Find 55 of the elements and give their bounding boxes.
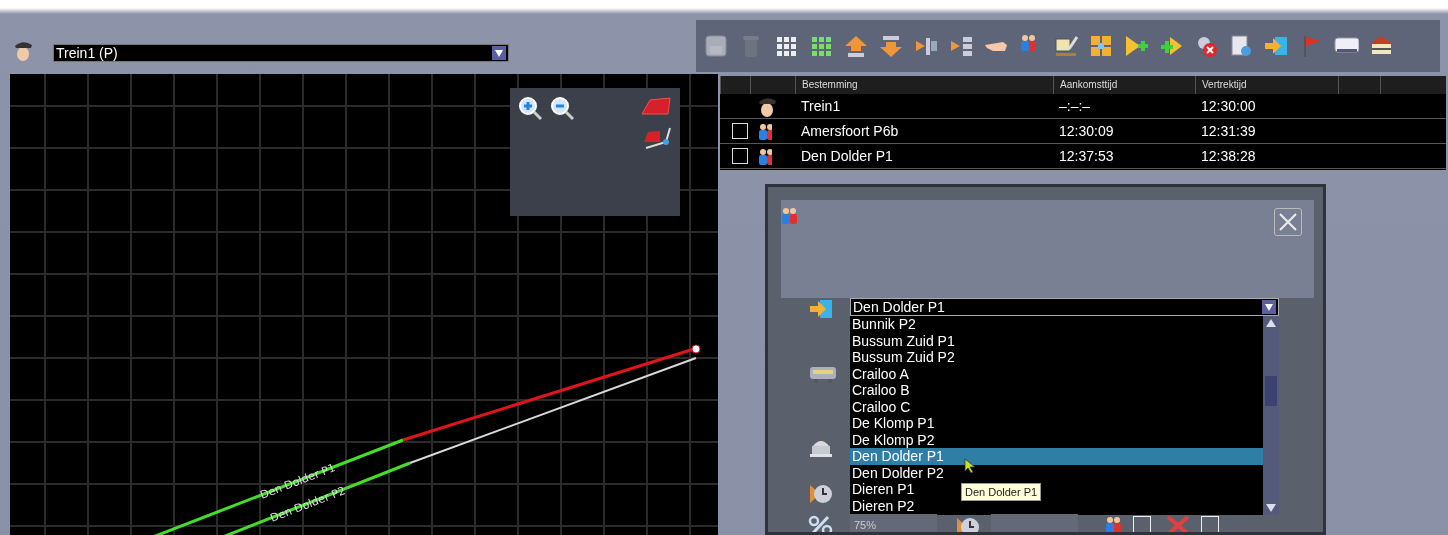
passengers-icon xyxy=(756,122,772,140)
move-up-icon xyxy=(843,33,869,59)
passengers-icon xyxy=(1103,515,1123,532)
column-header[interactable]: Aankomsttijd xyxy=(1053,76,1195,94)
table-cell-text: 12:30:09 xyxy=(1058,123,1115,139)
carriage-icon[interactable] xyxy=(640,96,672,116)
move-down-icon xyxy=(878,33,904,59)
train-select[interactable]: Trein1 (P) xyxy=(53,44,509,62)
track-map[interactable]: Den Dolder P1 Den Dolder P2 xyxy=(10,74,718,535)
column-header[interactable]: Bestemming xyxy=(795,76,1053,94)
expand-icon xyxy=(1088,33,1114,59)
signal-marker xyxy=(691,344,701,354)
list-option[interactable]: De Klomp P2 xyxy=(850,431,935,448)
list-option[interactable]: Dieren P2 xyxy=(850,497,915,514)
list-option[interactable]: Crailoo C xyxy=(850,398,911,415)
zoom-in-icon[interactable] xyxy=(518,96,544,122)
table-cell-text: 12:30:00 xyxy=(1200,98,1257,114)
add-play-icon xyxy=(1123,33,1149,59)
scrollbar[interactable] xyxy=(1263,316,1279,515)
close-icon xyxy=(1278,212,1298,232)
list-option[interactable]: Den Dolder P1 xyxy=(850,448,1263,465)
table-cell-text: 12:31:39 xyxy=(1200,123,1257,139)
passengers-icon xyxy=(756,147,772,165)
list-option[interactable]: Crailoo B xyxy=(850,382,910,399)
delete-icon[interactable] xyxy=(1165,514,1191,532)
scroll-thumb[interactable] xyxy=(1265,376,1277,406)
list-option[interactable]: Bussum Zuid P1 xyxy=(850,332,955,349)
table-cell-text: 12:37:53 xyxy=(1058,148,1115,164)
checkbox[interactable] xyxy=(732,123,748,139)
tooltip: Den Dolder P1 xyxy=(961,483,1042,501)
table-cell-text: 12:38:28 xyxy=(1200,148,1257,164)
list-option[interactable]: Bunnik P2 xyxy=(850,316,916,333)
settings-icon xyxy=(1228,33,1254,59)
time-field[interactable] xyxy=(991,514,1078,532)
list-option[interactable]: Crailoo A xyxy=(850,365,909,382)
percent-icon xyxy=(808,515,834,532)
table-cell-text: Den Dolder P1 xyxy=(800,148,894,164)
cursor-icon xyxy=(964,458,976,474)
save-icon xyxy=(703,33,729,59)
table-cell-text: –:–:– xyxy=(1058,98,1092,114)
close-button[interactable] xyxy=(1274,208,1302,236)
list-option[interactable]: Den Dolder P2 xyxy=(850,464,944,481)
list-option[interactable]: Dieren P1 xyxy=(850,481,915,498)
list-option[interactable]: Bussum Zuid P2 xyxy=(850,349,955,366)
checkbox[interactable] xyxy=(732,148,748,164)
column-header[interactable]: Vertrektijd xyxy=(1195,76,1338,94)
carriage-coupling-icon[interactable] xyxy=(642,126,672,152)
list-option[interactable]: De Klomp P1 xyxy=(850,415,935,432)
checkbox[interactable] xyxy=(1201,516,1219,532)
table-cell-text: Amersfoort P6b xyxy=(800,123,900,139)
percent-field[interactable]: 75% xyxy=(850,514,937,532)
destination-select[interactable]: Den Dolder P1 xyxy=(850,298,1279,316)
table-cell-text: Trein1 xyxy=(800,98,842,114)
checkbox[interactable] xyxy=(1133,516,1151,532)
zoom-out-icon[interactable] xyxy=(550,96,576,122)
